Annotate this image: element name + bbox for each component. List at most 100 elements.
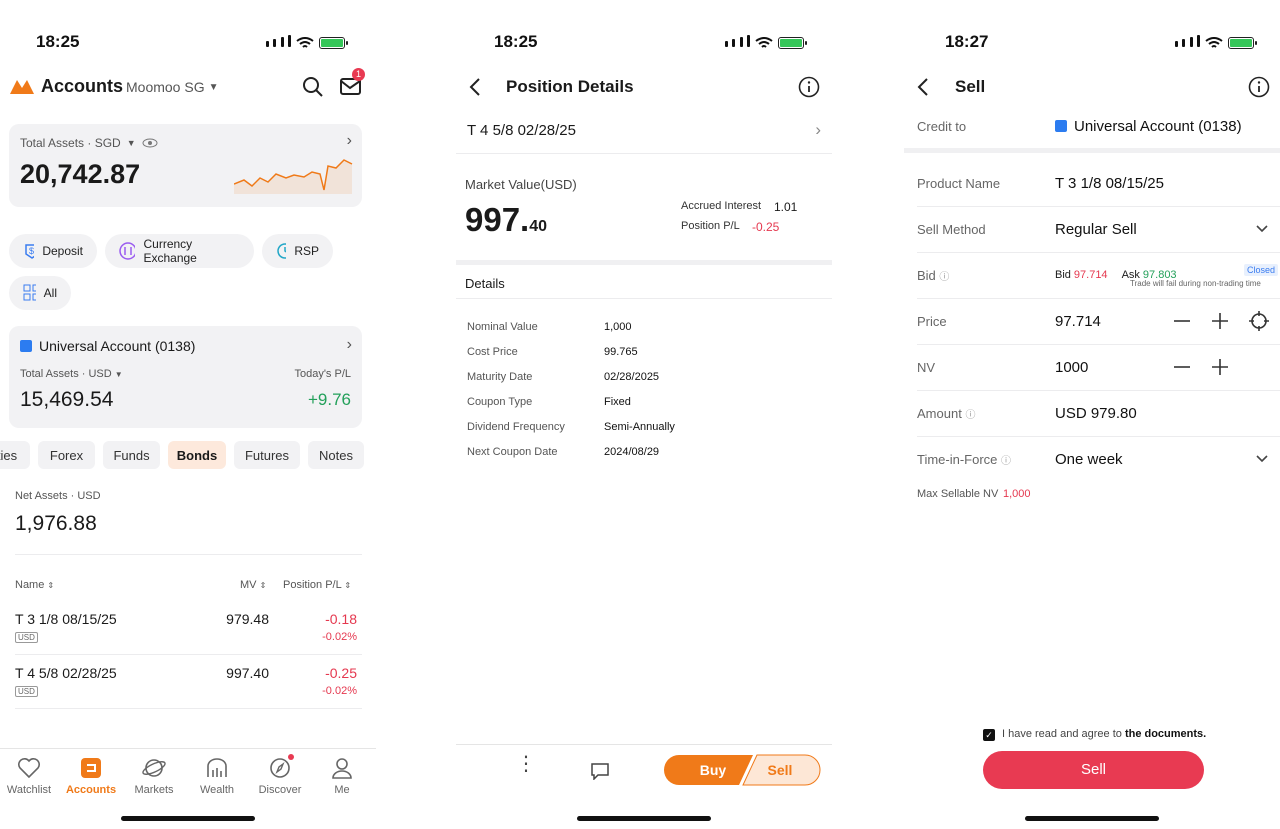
col-name-header[interactable]: Name ⇕ [15,579,54,591]
nav-label: Watchlist [6,784,52,796]
time-in-force-label: Time-in-Force ⓘ [917,451,1012,467]
bid-word: Bid [1055,269,1071,281]
rsp-label: RSP [294,244,319,258]
documents-link[interactable]: the documents. [1125,728,1206,740]
universal-account-card[interactable]: Universal Account (0138) › Total Assets … [9,326,362,428]
divider [15,554,362,555]
page-title: Accounts [41,76,124,96]
info-icon[interactable] [798,76,820,98]
grid-icon [23,284,36,301]
total-assets-card[interactable]: Total Assets · SGD ▼ 20,742.87 › [9,124,362,207]
minus-icon[interactable] [1173,358,1191,376]
table-row[interactable]: T 3 1/8 08/15/25 USD 979.48 -0.18 -0.02% [0,600,376,654]
bond-pl-pct: -0.02% [322,631,357,643]
table-row[interactable]: T 4 5/8 02/28/25 USD 997.40 -0.25 -0.02% [0,654,376,708]
nav-discover[interactable]: Discover [252,754,308,796]
detail-key: Next Coupon Date [467,446,558,458]
nav-wealth[interactable]: Wealth [189,756,245,796]
amount-value: USD 979.80 [1055,404,1137,422]
bid-row: Bid ⓘ Bid 97.714 Ask 97.803 Closed Trade… [917,252,1279,298]
caret-down-icon: ▼ [208,81,219,93]
currency-tag: USD [15,686,38,697]
tab-futures[interactable]: Futures [234,441,300,469]
moomoo-logo-icon [10,80,34,94]
product-name-row: Product Name T 3 1/8 08/15/25 [917,160,1273,206]
wealth-icon [207,758,227,777]
tab-funds[interactable]: Funds [103,441,160,469]
tab-notes[interactable]: Notes [308,441,364,469]
section-divider [904,148,1280,153]
back-arrow-icon[interactable] [916,77,930,97]
accrued-interest-label: Accrued Interest [681,200,762,212]
all-label: All [43,286,57,300]
search-icon[interactable] [302,76,324,98]
market-value: 997.40 [465,201,547,239]
eye-icon[interactable] [142,138,158,148]
tab-securities[interactable]: ties [0,441,30,469]
price-input[interactable]: 97.714 [1055,313,1101,330]
buy-button[interactable]: Buy [678,754,748,786]
currency-exchange-button[interactable]: Currency Exchange [105,234,254,268]
nav-me[interactable]: Me [314,756,370,796]
market-value-int: 997. [465,201,530,238]
bond-mv: 979.48 [226,611,269,627]
bottom-bar-divider [456,744,832,745]
nv-input[interactable]: 1000 [1055,359,1088,376]
col-mv-header[interactable]: MV ⇕ [240,579,266,591]
wifi-icon [1205,36,1223,48]
agree-checkbox[interactable]: ✓ [983,729,995,741]
sell-screen: 18:27 Sell Credit to Universal Account (… [904,0,1280,829]
info-icon[interactable] [1248,76,1270,98]
more-icon[interactable]: ⋮ [516,754,536,774]
nv-label: NV [917,359,936,375]
nav-accounts[interactable]: Accounts [63,756,119,796]
detail-value: 02/28/2025 [604,371,660,383]
home-indicator [121,816,255,821]
time-in-force-row[interactable]: Time-in-Force ⓘ One week [917,436,1273,482]
minus-icon[interactable] [1173,312,1191,330]
comment-icon[interactable] [590,762,610,780]
deposit-icon: $ [25,244,35,259]
status-time: 18:27 [945,32,989,51]
sell-button[interactable]: Sell [746,754,814,786]
total-assets-value: 20,742.87 [20,159,141,189]
back-arrow-icon[interactable] [468,77,482,97]
bond-pl: -0.18 [325,611,357,627]
notification-badge: 1 [352,68,365,81]
plus-icon[interactable] [1211,312,1229,330]
page-title: Position Details [506,77,634,96]
info-small-icon: ⓘ [939,271,950,283]
status-icons [725,34,808,52]
nav-label: Markets [134,784,174,796]
market-value-label: Market Value(USD) [465,177,577,192]
chevron-right-icon: › [346,336,352,353]
plus-icon[interactable] [1211,358,1229,376]
svg-text:$: $ [29,246,34,256]
nav-label: Discover [258,784,302,796]
deposit-button[interactable]: $ Deposit [9,234,97,268]
bid-label: Bid ⓘ [917,267,950,283]
nav-watchlist[interactable]: Watchlist [1,756,57,796]
bottom-nav-divider [0,748,376,749]
detail-value: 99.765 [604,346,638,358]
all-button[interactable]: All [9,276,71,310]
ua-total-value: 15,469.54 [20,388,114,411]
account-selector[interactable]: Moomoo SG ▼ [126,79,219,95]
col-pl-header[interactable]: Position P/L ⇕ [283,579,351,591]
accrued-interest-value: 1.01 [774,200,798,214]
nav-label: Me [334,784,350,796]
amount-row: Amount ⓘ USD 979.80 [917,390,1273,436]
tab-forex[interactable]: Forex [38,441,95,469]
bond-mv: 997.40 [226,665,269,681]
status-time: 18:25 [36,32,80,51]
nav-markets[interactable]: Markets [126,756,182,796]
sell-submit-button[interactable]: Sell [983,751,1204,789]
currency-tag: USD [15,632,38,643]
exchange-icon [119,242,136,260]
product-link-row[interactable]: T 4 5/8 02/28/25 › [456,110,832,153]
rsp-button[interactable]: RSP [262,234,333,268]
sell-method-row[interactable]: Sell Method Regular Sell [917,206,1273,252]
crosshair-icon[interactable] [1249,311,1269,331]
tab-bonds[interactable]: Bonds [168,441,226,469]
chevron-down-icon [1256,225,1268,233]
